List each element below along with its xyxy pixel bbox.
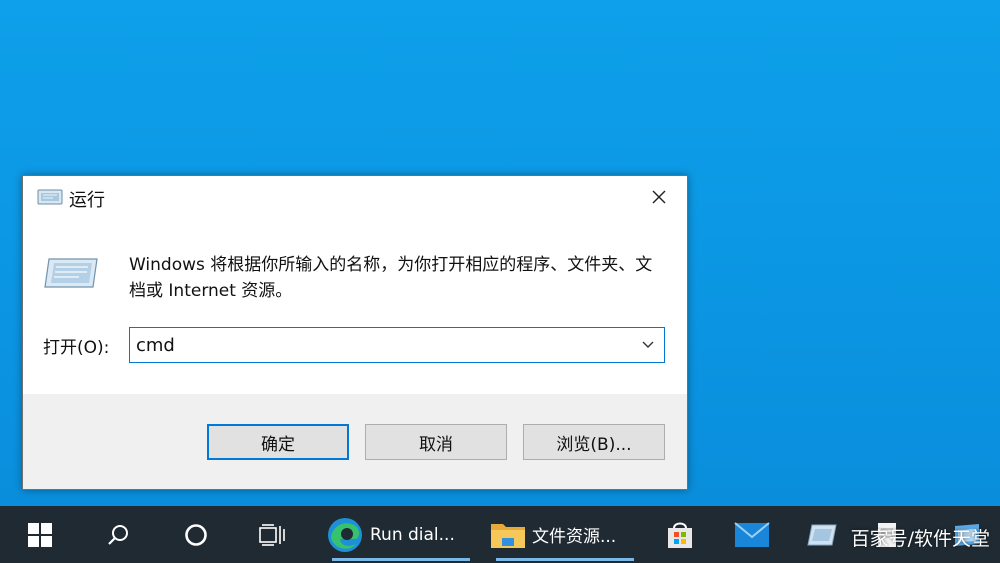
task-view-icon xyxy=(259,523,285,546)
taskbar-app-edge[interactable]: Run dial... xyxy=(326,506,476,563)
windows-logo-icon xyxy=(28,522,52,547)
cortana-button[interactable] xyxy=(170,506,222,563)
chevron-down-icon xyxy=(642,341,654,348)
dialog-title: 运行 xyxy=(69,190,105,211)
dialog-titlebar[interactable]: 运行 xyxy=(23,176,687,218)
watermark-text: 百家号/软件天堂 xyxy=(850,528,990,550)
taskbar-store-button[interactable] xyxy=(654,506,706,563)
active-app-indicator xyxy=(332,558,470,561)
taskbar-app-label: 文件资源... xyxy=(532,527,617,547)
open-label: 打开(O): xyxy=(43,338,110,358)
taskbar-app-label: Run dial... xyxy=(370,524,455,545)
browse-button[interactable]: 浏览(B)... xyxy=(523,424,665,460)
mail-icon xyxy=(734,521,770,547)
dialog-description: Windows 将根据你所输入的名称，为你打开相应的程序、文件夹、文档或 Int… xyxy=(129,255,653,301)
store-icon xyxy=(668,522,692,548)
run-app-icon xyxy=(807,524,837,545)
edge-icon xyxy=(328,517,362,552)
search-icon xyxy=(108,524,128,545)
folder-icon xyxy=(491,523,525,548)
run-dialog: 运行 Windows 将根据你所输入的名称，为你打开相应的程序、文件夹、文档或 … xyxy=(22,175,688,490)
run-icon xyxy=(37,189,63,205)
search-button[interactable] xyxy=(92,506,144,563)
close-icon xyxy=(652,190,666,204)
combo-dropdown-button[interactable] xyxy=(632,328,664,362)
close-button[interactable] xyxy=(631,176,687,218)
task-view-button[interactable] xyxy=(246,506,298,563)
cancel-button[interactable]: 取消 xyxy=(365,424,507,460)
active-app-indicator xyxy=(496,558,634,561)
dialog-footer: 确定 取消 浏览(B)... xyxy=(23,394,687,489)
cortana-circle-icon xyxy=(185,523,207,546)
open-combobox[interactable] xyxy=(129,327,665,363)
run-large-icon xyxy=(44,258,98,288)
taskbar-mail-button[interactable] xyxy=(726,506,778,563)
open-input[interactable] xyxy=(130,328,630,362)
taskbar-app-3[interactable] xyxy=(800,506,844,563)
taskbar-app-explorer[interactable]: 文件资源... xyxy=(490,506,640,563)
ok-button[interactable]: 确定 xyxy=(207,424,349,460)
start-button[interactable] xyxy=(14,506,66,563)
